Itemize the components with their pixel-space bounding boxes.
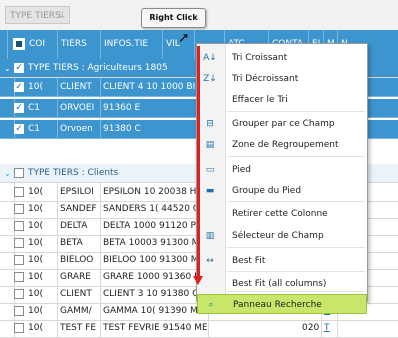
menu-item-tri-croissant[interactable]: A↓ Tri Croissant xyxy=(197,48,367,68)
menu-item-pied[interactable]: ▭ Pied xyxy=(197,160,367,180)
row-indicator xyxy=(0,319,15,337)
row-checkbox[interactable]: ✓ xyxy=(14,82,24,92)
cell-number[interactable]: 020 060 xyxy=(300,319,322,337)
cell-code[interactable]: 10( xyxy=(26,319,58,337)
row-indicator xyxy=(0,99,15,117)
menu-item-effacer-le-tri[interactable]: Effacer le Tri xyxy=(197,90,367,110)
mouse-cursor-icon: ➚ xyxy=(178,30,190,46)
group-checkbox[interactable]: ✓ xyxy=(14,63,24,73)
search-panel-icon: ⌕ xyxy=(208,300,214,310)
menu-item-panneau-recherche[interactable]: ⌕ Panneau Recherche xyxy=(197,294,367,314)
menu-item-label: Panneau Recherche xyxy=(233,300,322,310)
annotation-arrow-line xyxy=(197,46,200,278)
row-checkbox[interactable] xyxy=(14,187,24,197)
menu-item-label: Grouper par ce Champ xyxy=(232,119,335,129)
cell-code[interactable]: 10( xyxy=(26,78,58,96)
column-header-tiers[interactable]: TIERS xyxy=(58,30,101,59)
menu-item-label: Tri Décroissant xyxy=(232,74,299,84)
menu-item-label: Pied xyxy=(232,165,251,175)
menu-item-retirer-cette-colonne[interactable]: Retirer cette Colonne xyxy=(197,204,367,224)
group-chip-label: TYPE TIERS xyxy=(10,11,61,21)
best-fit-icon: ↔ xyxy=(206,256,214,266)
sort-ascending-icon: A↓ xyxy=(203,53,217,63)
menu-item-grouper-par-ce-champ[interactable]: ⊟ Grouper par ce Champ xyxy=(197,114,367,134)
group-checkbox[interactable] xyxy=(14,168,24,178)
menu-item-label: Retirer cette Colonne xyxy=(232,209,328,219)
row-checkbox[interactable] xyxy=(14,306,24,316)
collapse-chevron-icon[interactable]: ⌄ xyxy=(4,59,11,77)
cell-link[interactable]: T xyxy=(322,319,338,337)
group-by-icon: ⊟ xyxy=(206,119,214,129)
cell-tiers[interactable]: Orvoen xyxy=(58,120,101,138)
menu-item-label: Best Fit xyxy=(232,256,266,266)
menu-item-label: Groupe du Pied xyxy=(232,186,302,196)
group-footer-icon: ▬ xyxy=(205,186,215,196)
row-checkbox[interactable] xyxy=(14,221,24,231)
menu-item-zone-de-regroupement[interactable]: ▤ Zone de Regroupement xyxy=(197,135,367,155)
cell-infos-tiers[interactable]: 91380 C xyxy=(101,120,209,138)
menu-separator xyxy=(227,201,365,202)
row-checkbox[interactable]: ✓ xyxy=(14,124,24,134)
right-click-tooltip: Right Click xyxy=(141,8,206,28)
row-checkbox[interactable] xyxy=(14,289,24,299)
cell-infos-tiers[interactable]: 91360 E xyxy=(101,99,209,117)
cell-infos-tiers[interactable]: TEST FEVRIE 91540 MENNECY ATC SITE TOTO xyxy=(101,319,209,337)
menu-item-s-lecteur-de-champ[interactable]: ▥ Sélecteur de Champ xyxy=(197,226,367,246)
cell-infos-tiers[interactable]: CLIENT 4 10 1000 BI xyxy=(101,78,209,96)
select-all-checkbox[interactable] xyxy=(13,38,25,50)
row-indicator xyxy=(0,120,15,138)
group-label: TYPE TIERS : Agriculteurs 1805 xyxy=(28,63,168,73)
sort-descending-icon: Z↓ xyxy=(203,74,217,84)
menu-item-best-fit[interactable]: ↔ Best Fit xyxy=(197,251,367,271)
sort-icon: ⇊ xyxy=(57,11,65,21)
menu-item-label: Sélecteur de Champ xyxy=(232,231,324,241)
row-checkbox[interactable] xyxy=(14,255,24,265)
group-chip-type-tiers[interactable]: TYPE TIERS ⇊ xyxy=(5,6,70,24)
row-checkbox[interactable]: ✓ xyxy=(14,103,24,113)
cell-code[interactable]: C1 xyxy=(26,120,58,138)
group-label: TYPE TIERS : Clients xyxy=(28,168,119,178)
annotation-arrow-head-icon xyxy=(193,276,203,285)
menu-separator xyxy=(227,111,365,112)
row-checkbox[interactable] xyxy=(14,272,24,282)
context-menu: A↓ Tri Croissant Z↓ Tri Décroissant Effacer … xyxy=(196,43,368,314)
menu-separator xyxy=(227,156,365,157)
row-checkbox[interactable] xyxy=(14,238,24,248)
menu-item-groupe-du-pied[interactable]: ▬ Groupe du Pied xyxy=(197,181,367,201)
group-zone-icon: ▤ xyxy=(205,140,215,150)
table-row[interactable]: 10(TEST FETEST FEVRIE 91540 MENNECY ATC … xyxy=(0,319,398,338)
collapse-chevron-icon[interactable]: ⌄ xyxy=(4,164,11,182)
cell-tiers[interactable]: ORVOEI xyxy=(58,99,101,117)
cell-tiers[interactable]: CLIENT xyxy=(58,78,101,96)
field-chooser-icon: ▥ xyxy=(205,231,215,241)
menu-item-label: Zone de Regroupement xyxy=(232,140,339,150)
row-checkbox[interactable] xyxy=(14,323,24,333)
column-header-code[interactable]: COI xyxy=(26,30,58,59)
menu-separator xyxy=(227,247,365,248)
row-checkbox[interactable] xyxy=(14,204,24,214)
menu-separator xyxy=(227,291,365,292)
menu-item-label: Tri Croissant xyxy=(232,53,288,63)
column-header-infos-tiers[interactable]: INFOS.TIE xyxy=(101,30,163,59)
menu-item-tri-d-croissant[interactable]: Z↓ Tri Décroissant xyxy=(197,69,367,89)
header-indicator xyxy=(0,30,8,59)
footer-icon: ▭ xyxy=(205,165,215,175)
row-indicator xyxy=(0,78,15,96)
cell-code[interactable]: C1 xyxy=(26,99,58,117)
menu-item-label: Effacer le Tri xyxy=(232,95,288,105)
cell-tiers[interactable]: TEST FE xyxy=(58,319,101,337)
menu-separator xyxy=(227,271,365,272)
